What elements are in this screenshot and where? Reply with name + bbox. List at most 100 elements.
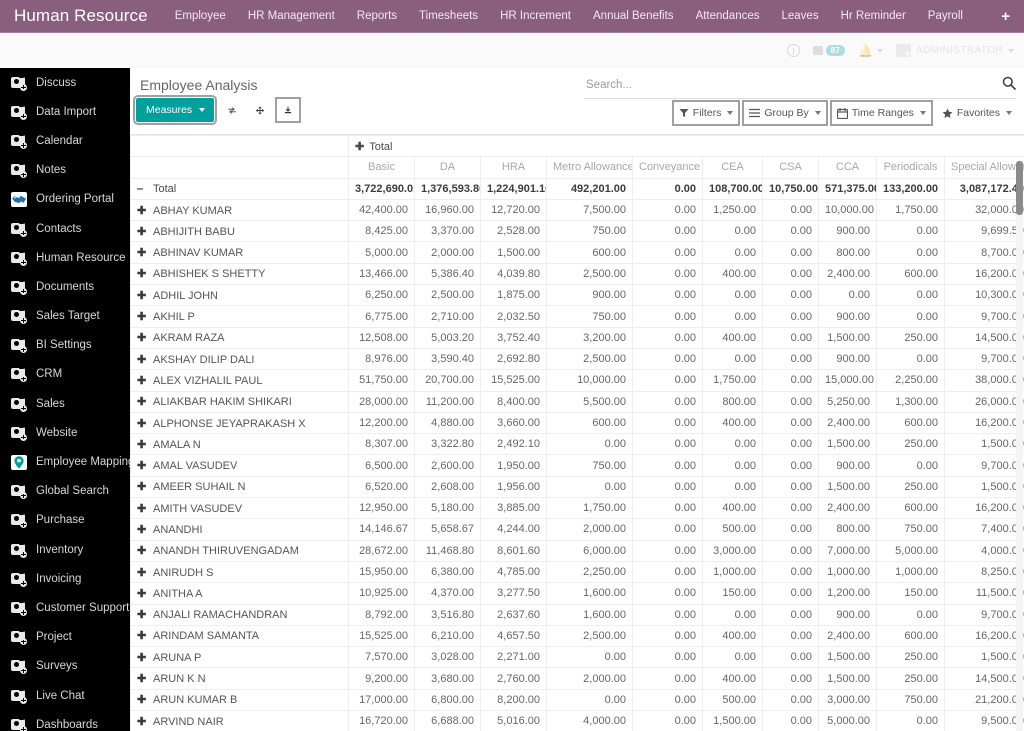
help-icon[interactable] (786, 44, 800, 57)
row-header-employee[interactable]: ✚ ARUNA P (130, 646, 349, 669)
sidebar-item-label: Surveys (36, 660, 78, 673)
time-ranges-button[interactable]: Time Ranges (829, 100, 933, 126)
row-header-employee[interactable]: ✚ ARUN KUMAR B (130, 688, 349, 712)
row-header-employee[interactable]: ✚ ABHAY KUMAR (130, 198, 349, 222)
sidebar-item-bi-settings[interactable]: BI Settings (0, 331, 130, 360)
row-header-employee[interactable]: ✚ AMEER SUHAIL N (130, 475, 349, 499)
scrollbar-thumb[interactable] (1016, 161, 1023, 215)
group-by-button[interactable]: Group By (742, 100, 828, 126)
row-header-employee[interactable]: ✚ ARUN K N (130, 667, 349, 690)
menu-item-leaves[interactable]: Leaves (771, 0, 830, 33)
column-header-metro-allowance[interactable]: Metro Allowance (546, 156, 633, 179)
row-header-employee[interactable]: ✚ ANIRUDH S (130, 560, 349, 584)
column-header-special-allowance[interactable]: Special Allowance (944, 156, 1024, 179)
menu-item-attendances[interactable]: Attendances (685, 0, 771, 33)
data-cell: 13,466.00 (348, 262, 415, 286)
row-header-employee[interactable]: ✚ AMAL VASUDEV (130, 454, 349, 477)
flip-axis-button[interactable] (222, 100, 242, 120)
activities-menu[interactable]: 🔔 (858, 45, 883, 57)
row-header-employee[interactable]: ✚ ABHIJITH BABU (130, 220, 349, 243)
menu-item-hr-increment[interactable]: HR Increment (489, 0, 582, 33)
sidebar-item-inventory[interactable]: Inventory (0, 535, 130, 564)
data-cell: 11,468.80 (414, 539, 481, 562)
column-header-periodicals[interactable]: Periodicals (876, 156, 945, 179)
messages-counter[interactable]: 87 (812, 44, 845, 57)
column-header-basic[interactable]: Basic (348, 156, 415, 179)
sidebar-item-sales-target[interactable]: Sales Target (0, 302, 130, 331)
sidebar-item-project[interactable]: Project (0, 623, 130, 652)
pivot-table-container[interactable]: ✚ Total Basic DA HRA Metro Allowance Conveyan… (130, 135, 1024, 731)
sidebar-item-invoicing[interactable]: Invoicing (0, 564, 130, 593)
user-menu[interactable]: ADMINISTRATOR (895, 44, 1014, 57)
add-menu-item-button[interactable]: + (987, 0, 1024, 33)
data-cell: 2,400.00 (818, 411, 877, 435)
sidebar-item-sales[interactable]: Sales (0, 389, 130, 418)
sidebar-item-calendar[interactable]: Calendar (0, 126, 130, 155)
menu-item-timesheets[interactable]: Timesheets (408, 0, 489, 33)
row-header-employee[interactable]: ✚ AMALA N (130, 433, 349, 456)
row-header-employee[interactable]: ✚ ALPHONSE JEYAPRAKASH X (130, 411, 349, 435)
sidebar-item-ordering-portal[interactable]: Ordering Portal (0, 185, 130, 214)
row-header-employee[interactable]: ✚ ADHIL JOHN (130, 284, 349, 307)
sidebar-item-surveys[interactable]: Surveys (0, 652, 130, 681)
row-header-employee[interactable]: ✚ ARVIND NAIR (130, 710, 349, 731)
measures-button[interactable]: Measures (132, 95, 218, 125)
row-header-employee[interactable]: ✚ ALIAKBAR HAKIM SHIKARI (130, 390, 349, 413)
row-header-employee[interactable]: ✚ ANANDH THIRUVENGADAM (130, 539, 349, 562)
row-header-employee[interactable]: ✚ ARINDAM SAMANTA (130, 624, 349, 648)
row-header-employee[interactable]: ✚ AKRAM RAZA (130, 326, 349, 349)
sidebar-item-crm[interactable]: CRM (0, 360, 130, 389)
column-header-da[interactable]: DA (414, 156, 481, 179)
sidebar-item-purchase[interactable]: Purchase (0, 506, 130, 535)
column-group-total-header[interactable]: ✚ Total (348, 135, 1024, 158)
menu-item-hr-reminder[interactable]: Hr Reminder (830, 0, 917, 33)
menu-item-annual-benefits[interactable]: Annual Benefits (582, 0, 685, 33)
vertical-scrollbar[interactable] (1016, 161, 1023, 731)
menu-item-employee[interactable]: Employee (164, 0, 237, 33)
column-header-cea[interactable]: CEA (702, 156, 763, 179)
row-label-text: ALIAKBAR HAKIM SHIKARI (153, 396, 292, 409)
row-header-employee[interactable]: ✚ ABHISHEK S SHETTY (130, 262, 349, 286)
sidebar-item-human-resource[interactable]: Human Resource (0, 243, 130, 272)
menu-item-reports[interactable]: Reports (346, 0, 408, 33)
data-cell: 0.00 (702, 241, 763, 264)
sidebar-item-data-import[interactable]: Data Import (0, 97, 130, 126)
column-header-csa[interactable]: CSA (762, 156, 819, 179)
row-header-employee[interactable]: ✚ ANJALI RAMACHANDRAN (130, 603, 349, 626)
row-header-employee[interactable]: ✚ ABHINAV KUMAR (130, 241, 349, 264)
row-label-text: ANITHA A (153, 587, 203, 600)
column-header-cca[interactable]: CCA (818, 156, 877, 179)
row-header-employee[interactable]: ✚ AKHIL P (130, 305, 349, 328)
sidebar-item-global-search[interactable]: Global Search (0, 477, 130, 506)
sidebar-item-contacts[interactable]: Contacts (0, 214, 130, 243)
sidebar-item-employee-mapping[interactable]: Employee Mapping (0, 447, 130, 476)
menu-item-payroll[interactable]: Payroll (917, 0, 974, 33)
row-header-employee[interactable]: ✚ AKSHAY DILIP DALI (130, 347, 349, 371)
search-icon[interactable] (996, 76, 1016, 93)
column-header-conveyance[interactable]: Conveyance (632, 156, 703, 179)
menu-item-hr-management[interactable]: HR Management (237, 0, 346, 33)
search-input[interactable] (584, 77, 996, 92)
handshake-icon (11, 191, 27, 207)
sidebar-item-website[interactable]: Website (0, 418, 130, 447)
apps-sidebar[interactable]: Discuss Data Import Calendar Notes Ordering … (0, 68, 130, 731)
sidebar-item-customer-support[interactable]: Customer Support (0, 593, 130, 622)
row-header-total[interactable]: ‒ Total (130, 177, 349, 200)
row-label-text: ANANDHI (153, 523, 203, 536)
sidebar-item-dashboards[interactable]: Dashboards (0, 710, 130, 731)
row-header-employee[interactable]: ✚ ALEX VIZHALIL PAUL (130, 369, 349, 392)
row-header-employee[interactable]: ✚ AMITH VASUDEV (130, 497, 349, 520)
download-xlsx-button[interactable] (275, 97, 302, 123)
app-brand-title[interactable]: Human Resource (0, 6, 164, 26)
data-cell: 4,880.00 (414, 411, 481, 435)
filters-button[interactable]: Filters (671, 100, 741, 126)
favorites-button[interactable]: Favorites (938, 103, 1016, 123)
sidebar-item-notes[interactable]: Notes (0, 156, 130, 185)
row-header-employee[interactable]: ✚ ANITHA A (130, 582, 349, 605)
sidebar-item-live-chat[interactable]: Live Chat (0, 681, 130, 710)
sidebar-item-documents[interactable]: Documents (0, 272, 130, 301)
sidebar-item-discuss[interactable]: Discuss (0, 68, 130, 97)
expand-all-button[interactable] (250, 100, 270, 120)
row-header-employee[interactable]: ✚ ANANDHI (130, 518, 349, 541)
column-header-hra[interactable]: HRA (480, 156, 547, 179)
